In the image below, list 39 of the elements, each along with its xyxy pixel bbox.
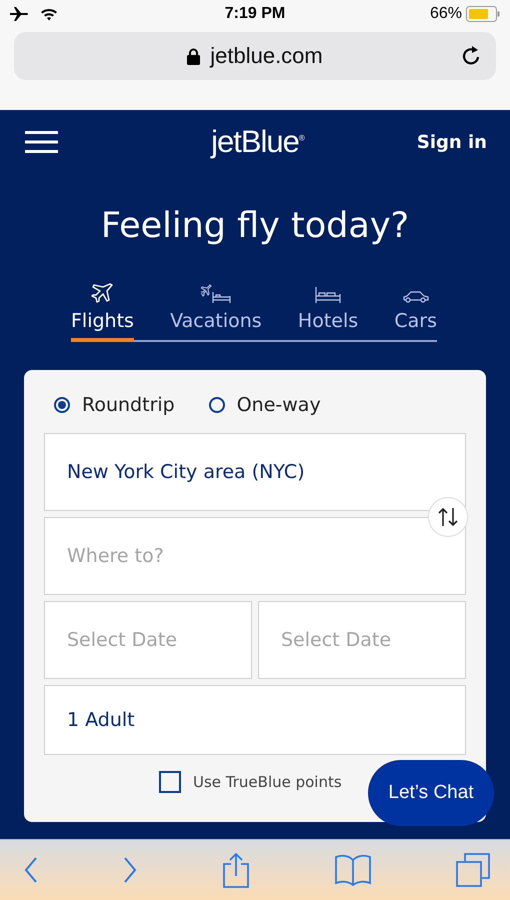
status-time: 7:19 PM — [224, 5, 286, 23]
return-date-field[interactable]: Select Date — [258, 601, 466, 679]
product-tab[interactable]: Flights — [71, 276, 134, 342]
trip-type-radio[interactable]: One-way — [208, 394, 321, 416]
airplane-and-bed-icon — [200, 284, 231, 304]
swap-icon[interactable] — [428, 497, 468, 537]
lock-icon — [187, 48, 200, 64]
checkbox[interactable] — [159, 771, 181, 793]
share-icon[interactable] — [222, 852, 250, 888]
car-icon — [402, 290, 430, 304]
product-tab[interactable]: Cars — [394, 276, 437, 342]
trip-type-radio[interactable]: Roundtrip — [54, 394, 175, 416]
bed-icon — [315, 286, 342, 304]
chat-button[interactable]: Let’s Chat — [368, 760, 494, 826]
radio-label: One-way — [236, 394, 321, 416]
airplane-icon — [90, 282, 114, 304]
menu-icon[interactable] — [25, 131, 58, 153]
product-tab[interactable]: Vacations — [170, 276, 262, 342]
product-tab[interactable]: Hotels — [298, 276, 358, 342]
origin-field[interactable]: New York City area (NYC) — [44, 433, 466, 511]
back-icon[interactable] — [24, 857, 38, 883]
airplane-mode-icon — [10, 7, 30, 21]
reload-icon[interactable] — [462, 45, 482, 67]
address-bar[interactable]: jetblue.com — [14, 32, 496, 80]
forward-icon[interactable] — [123, 857, 137, 883]
destination-field[interactable]: Where to? — [44, 517, 466, 595]
sign-in-link[interactable]: Sign in — [416, 132, 487, 152]
battery-icon — [466, 6, 500, 22]
radio-label: Roundtrip — [82, 394, 175, 416]
checkbox-label: Use TrueBlue points — [193, 773, 342, 791]
depart-date-field[interactable]: Select Date — [44, 601, 252, 679]
wifi-icon — [40, 8, 58, 20]
url-text: jetblue.com — [210, 43, 323, 69]
headline: Feeling fly today? — [100, 206, 410, 246]
battery-percentage: 66% — [430, 5, 462, 23]
passengers-field[interactable]: 1 Adult — [44, 685, 466, 755]
bookmarks-icon[interactable] — [335, 854, 371, 886]
tabs-icon[interactable] — [456, 853, 490, 887]
logo[interactable]: jetBlue$^{®}$ — [211, 124, 304, 160]
